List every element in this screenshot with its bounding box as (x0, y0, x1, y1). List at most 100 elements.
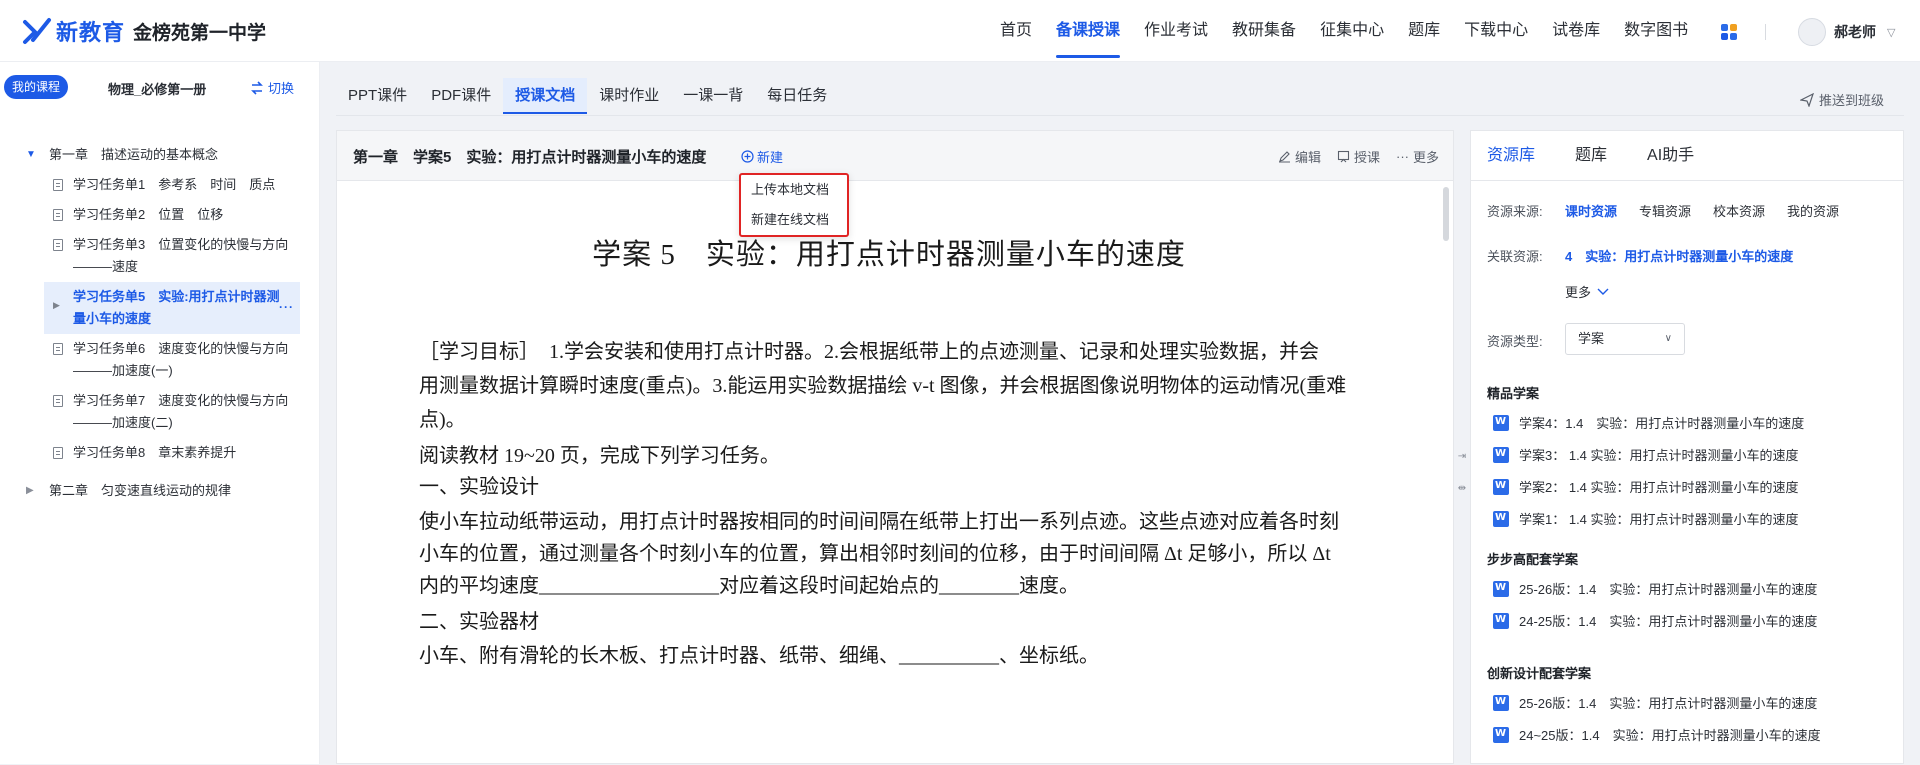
task-label: 学习任务单8 章末素养提升 (73, 445, 237, 460)
source-album[interactable]: 专辑资源 (1639, 201, 1691, 220)
user-name[interactable]: 郝老师 (1834, 22, 1876, 42)
source-mine[interactable]: 我的资源 (1787, 201, 1839, 220)
word-doc-icon (1493, 694, 1509, 711)
resource-type-select[interactable]: 学案 ∨ (1565, 323, 1685, 355)
word-doc-icon (1493, 478, 1509, 495)
chevron-down-icon: ∨ (1664, 333, 1672, 344)
apps-grid-icon[interactable] (1721, 24, 1737, 40)
section-title: 精品学案 (1487, 386, 1540, 401)
task-label: 学习任务单3 位置变化的快慢与方向———速度 (73, 237, 289, 274)
expand-right-icon[interactable]: ▶ (26, 476, 34, 506)
tab-pdf[interactable]: PDF课件 (419, 78, 503, 114)
task-item[interactable]: 学习任务单7 速度变化的快慢与方向———加速度(二) (0, 386, 320, 438)
source-lesson[interactable]: 课时资源 (1565, 201, 1617, 220)
document-icon (53, 343, 63, 355)
related-label: 关联资源: (1487, 249, 1543, 264)
resource-item[interactable]: 学案1： 1.4 实验：用打点计时器测量小车的速度 (1493, 509, 1799, 528)
task-label: 学习任务单7 速度变化的快慢与方向———加速度(二) (73, 393, 289, 430)
edit-button[interactable]: 编辑 (1278, 147, 1321, 166)
school-name: 金榜苑第一中学 (133, 22, 267, 44)
tab-lesson-doc[interactable]: 授课文档 (503, 78, 588, 114)
nav-homework-exam[interactable]: 作业考试 (1144, 0, 1208, 62)
tab-ai-assistant[interactable]: AI助手 (1647, 131, 1694, 180)
tab-resource-library[interactable]: 资源库 (1487, 131, 1535, 180)
nav-lesson-prep[interactable]: 备课授课 (1056, 0, 1121, 62)
push-to-class-button[interactable]: 推送到班级 (1800, 90, 1884, 109)
resource-item[interactable]: 24-25版：1.4 实验：用打点计时器测量小车的速度 (1493, 611, 1817, 630)
switch-button[interactable]: 切换 (250, 78, 294, 97)
chapter-1[interactable]: ▼ 第一章 描述运动的基本概念 (0, 140, 320, 170)
section-title: 步步高配套学案 (1487, 552, 1579, 567)
resize-handle-icon[interactable]: ⇹ (1455, 482, 1469, 496)
logo[interactable]: 新教育 金榜苑第一中学 (22, 15, 266, 47)
teach-label: 授课 (1353, 150, 1380, 165)
document-scrollbar[interactable] (1441, 183, 1451, 763)
new-document-dropdown: 上传本地文档 新建在线文档 (739, 173, 849, 237)
top-nav-bar: 新教育 金榜苑第一中学 首页 备课授课 作业考试 教研集备 征集中心 题库 下载… (0, 0, 1920, 62)
expand-down-icon[interactable]: ▼ (26, 140, 36, 170)
pencil-icon (1278, 151, 1290, 163)
document-content: 学案 5 实验：用打点计时器测量小车的速度 ［学习目标］ 1.学会安装和使用打点… (343, 183, 1435, 765)
related-resource[interactable]: 4 实验：用打点计时器测量小车的速度 (1565, 246, 1793, 265)
task-item[interactable]: 学习任务单1 参考系 时间 质点 (0, 170, 320, 200)
nav-teaching-research[interactable]: 教研集备 (1232, 0, 1296, 62)
nav-paper-bank[interactable]: 试卷库 (1552, 0, 1600, 62)
word-doc-icon (1493, 726, 1509, 743)
chapter-2[interactable]: ▶ 第二章 匀变速直线运动的规律 (0, 476, 320, 506)
resource-item[interactable]: 25-26版：1.4 实验：用打点计时器测量小车的速度 (1493, 693, 1817, 712)
resource-title: 学案2： 1.4 实验：用打点计时器测量小车的速度 (1519, 480, 1799, 495)
brand-name: 新教育 (56, 20, 126, 45)
avatar[interactable] (1798, 18, 1826, 46)
tab-daily-task[interactable]: 每日任务 (755, 78, 839, 114)
task-item[interactable]: 学习任务单6 速度变化的快慢与方向———加速度(一) (0, 334, 320, 386)
teach-button[interactable]: 授课 (1337, 147, 1380, 166)
send-icon (1800, 92, 1814, 107)
task-item[interactable]: 学习任务单2 位置 位移 (0, 200, 320, 230)
resource-item[interactable]: 学案2： 1.4 实验：用打点计时器测量小车的速度 (1493, 477, 1799, 496)
resource-title: 24~25版：1.4 实验：用打点计时器测量小车的速度 (1519, 728, 1821, 743)
more-options-icon[interactable]: ··· (279, 296, 294, 318)
collapse-panel-icon[interactable]: ⇥ (1455, 450, 1469, 464)
chapter-tree: ▼ 第一章 描述运动的基本概念 学习任务单1 参考系 时间 质点 学习任务单2 … (0, 140, 320, 506)
type-value: 学案 (1578, 331, 1605, 346)
caret-right-icon[interactable]: ▶ (53, 294, 60, 316)
more-button[interactable]: ··· 更多 (1396, 147, 1439, 166)
tab-question-bank[interactable]: 题库 (1575, 131, 1607, 180)
nav-collection-center[interactable]: 征集中心 (1320, 0, 1384, 62)
scrollbar-thumb[interactable] (1443, 187, 1449, 241)
more-filter-button[interactable]: 更多 (1565, 282, 1609, 301)
task-item[interactable]: 学习任务单3 位置变化的快慢与方向———速度 (0, 230, 320, 282)
word-doc-icon (1493, 580, 1509, 597)
tabs-divider (336, 115, 1904, 116)
resource-item[interactable]: 24~25版：1.4 实验：用打点计时器测量小车的速度 (1493, 725, 1821, 744)
word-doc-icon (1493, 612, 1509, 629)
type-label: 资源类型: (1487, 334, 1543, 349)
upload-local-doc-option[interactable]: 上传本地文档 (741, 175, 847, 205)
word-doc-icon (1493, 414, 1509, 431)
plus-circle-icon (741, 150, 754, 163)
nav-home[interactable]: 首页 (1000, 0, 1032, 62)
chevron-down-icon[interactable]: ▽ (1887, 26, 1895, 39)
push-label: 推送到班级 (1819, 93, 1885, 108)
document-header: 第一章 学案5 实验：用打点计时器测量小车的速度 新建 编辑 授课 ··· 更多 (337, 131, 1453, 181)
nav-download-center[interactable]: 下载中心 (1464, 0, 1528, 62)
task-item-selected[interactable]: ▶ 学习任务单5 实验:用打点计时器测量小车的速度 ··· (44, 282, 300, 334)
nav-question-bank[interactable]: 题库 (1408, 0, 1440, 62)
create-online-doc-option[interactable]: 新建在线文档 (741, 205, 847, 235)
nav-digital-books[interactable]: 数字图书 (1624, 0, 1688, 62)
task-item[interactable]: 学习任务单8 章末素养提升 (0, 438, 320, 468)
new-document-button[interactable]: 新建 (741, 147, 783, 166)
tab-ppt[interactable]: PPT课件 (336, 78, 419, 114)
resource-item[interactable]: 学案4：1.4 实验：用打点计时器测量小车的速度 (1493, 413, 1804, 432)
resource-item[interactable]: 学案3： 1.4 实验：用打点计时器测量小车的速度 (1493, 445, 1799, 464)
tab-class-homework[interactable]: 课时作业 (587, 78, 671, 114)
switch-icon (251, 80, 263, 95)
my-course-badge[interactable]: 我的课程 (4, 75, 69, 99)
source-school[interactable]: 校本资源 (1713, 201, 1765, 220)
new-label: 新建 (757, 150, 784, 165)
task-label: 学习任务单5 实验:用打点计时器测量小车的速度 (73, 289, 280, 326)
tab-recite[interactable]: 一课一背 (671, 78, 755, 114)
resource-item[interactable]: 25-26版：1.4 实验：用打点计时器测量小车的速度 (1493, 579, 1817, 598)
more-label: 更多 (1412, 150, 1439, 165)
resource-panel: 资源库 题库 AI助手 资源来源: 课时资源 专辑资源 校本资源 我的资源 关联… (1470, 130, 1904, 764)
